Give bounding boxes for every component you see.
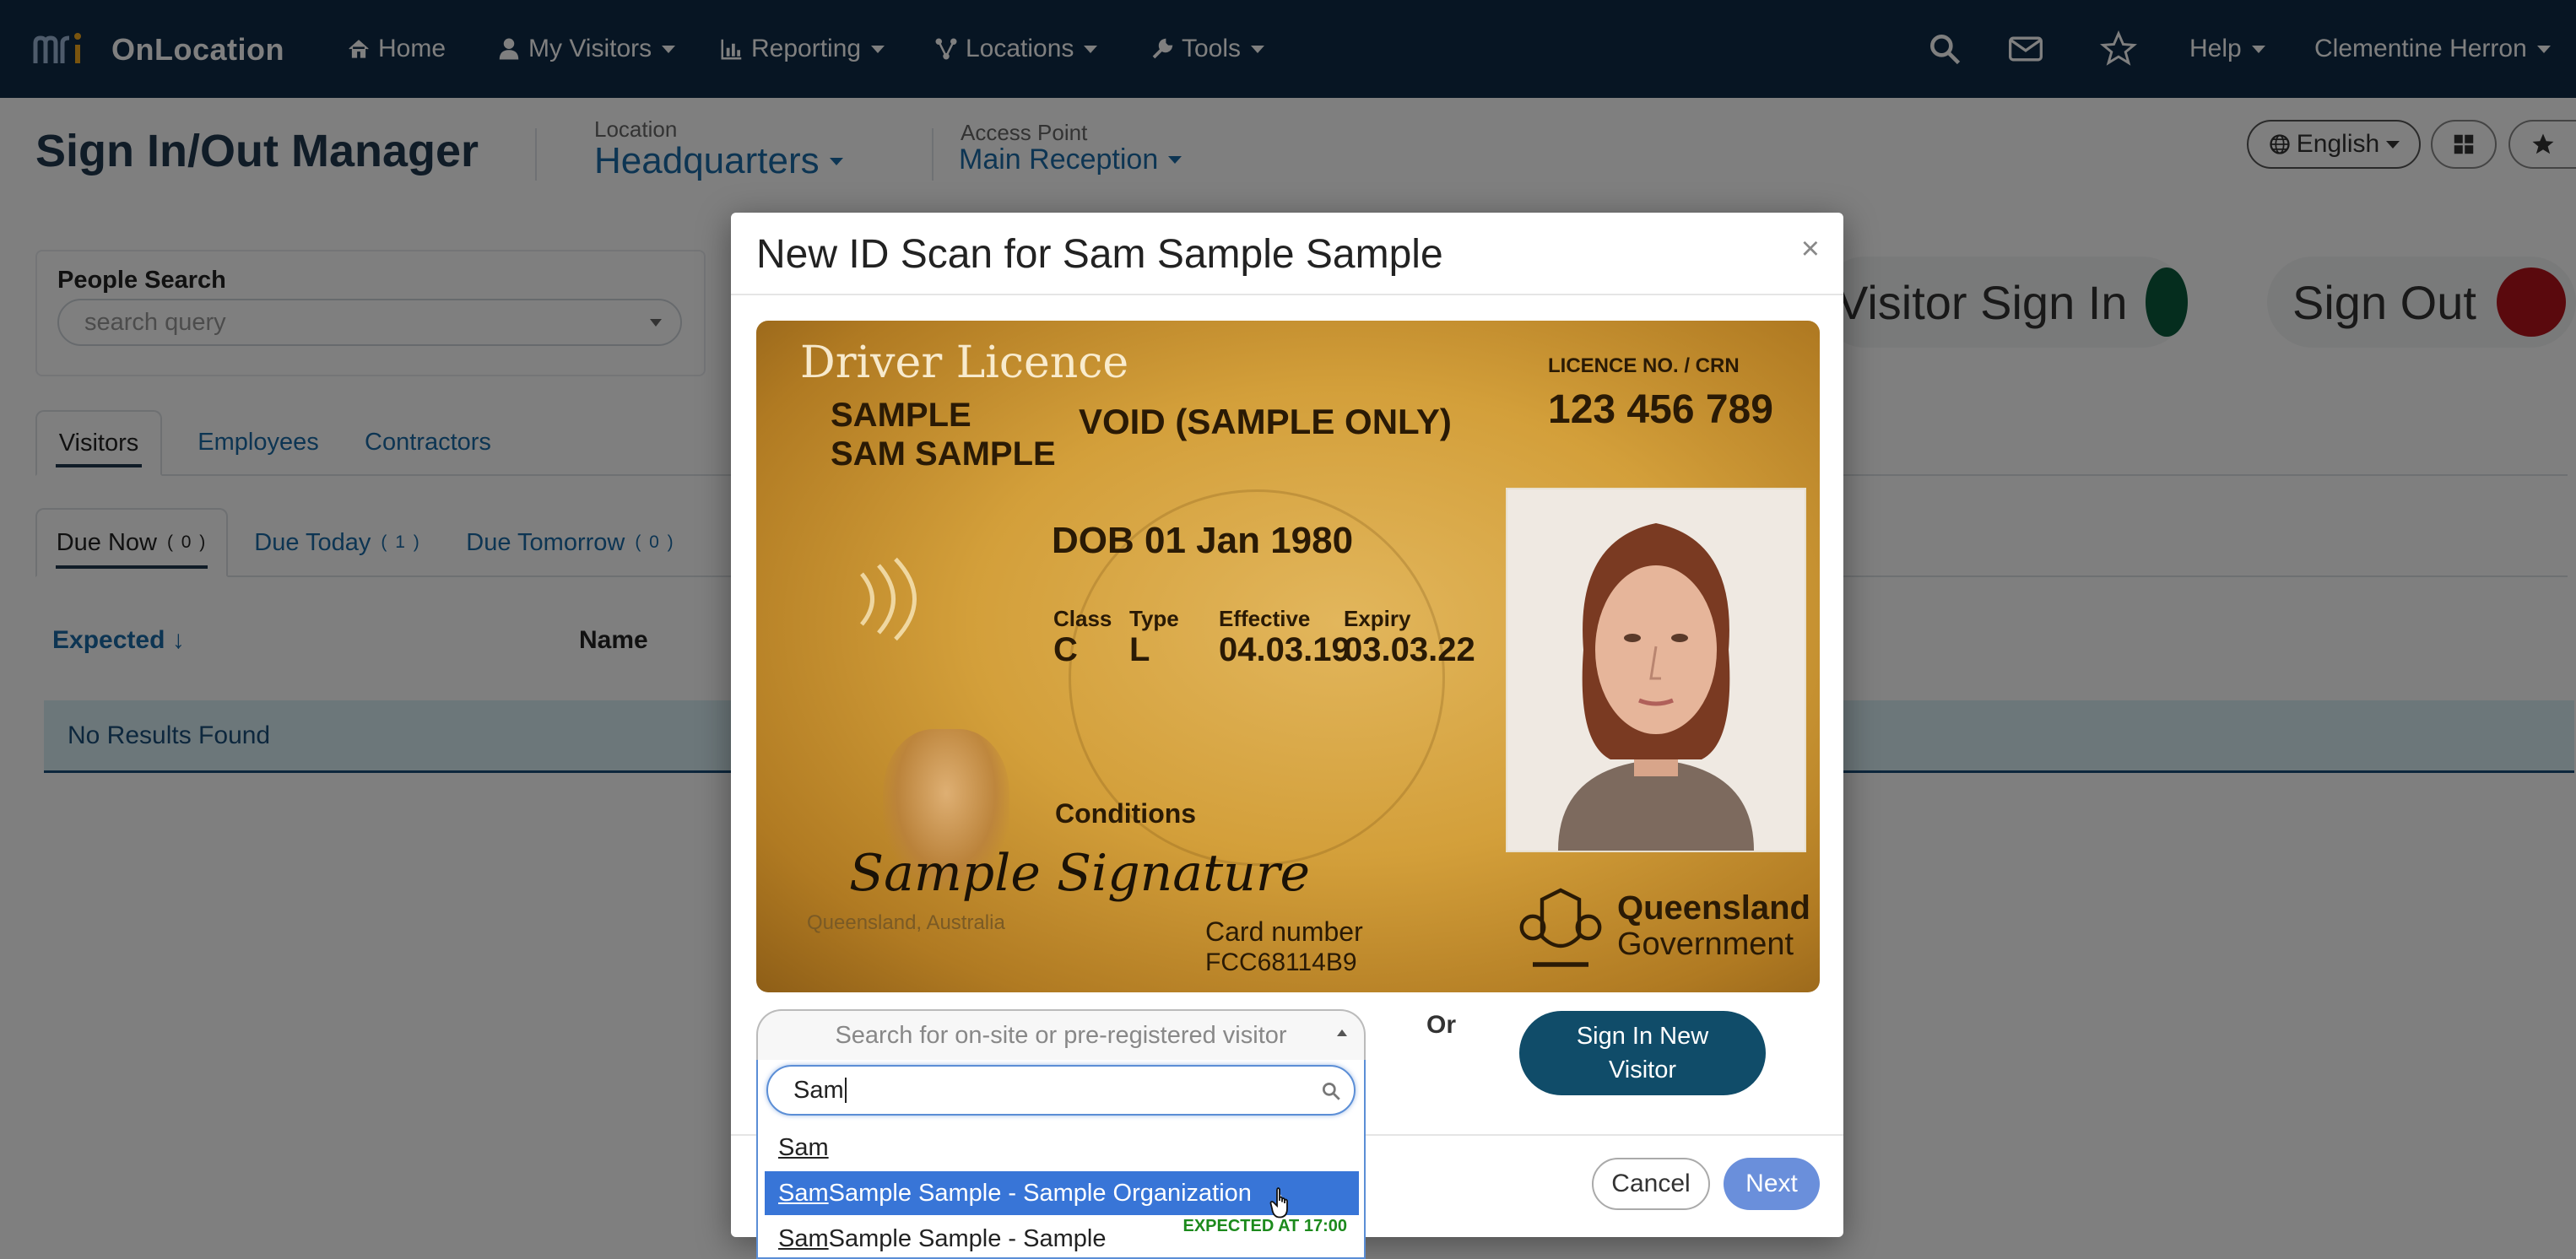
card-number-label: Card number (1205, 916, 1363, 947)
next-button[interactable]: Next (1724, 1158, 1820, 1210)
visitor-search-input[interactable]: Sam (766, 1065, 1356, 1116)
option-match: Sam (778, 1133, 829, 1161)
card-title: Driver Licence (800, 338, 1129, 388)
card-class-value: C (1053, 631, 1078, 668)
card-effective-value: 04.03.19 (1219, 631, 1350, 668)
cancel-button[interactable]: Cancel (1592, 1158, 1710, 1210)
sign-in-new-visitor-button[interactable]: Sign In New Visitor (1519, 1011, 1766, 1095)
card-licence-label: LICENCE NO. / CRN (1548, 354, 1740, 377)
card-void-notice: VOID (SAMPLE ONLY) (1079, 402, 1452, 441)
option-match: Sam (778, 1179, 829, 1207)
sign-in-new-visitor-label: Sign In New Visitor (1576, 1023, 1709, 1083)
card-photo (1506, 488, 1806, 852)
card-dob: DOB 01 Jan 1980 (1052, 520, 1354, 561)
visitor-search-select[interactable]: Search for on-site or pre-registered vis… (756, 1009, 1366, 1060)
dropdown-option[interactable]: Sam (765, 1126, 1359, 1170)
card-expiry-label: Expiry (1344, 606, 1411, 631)
or-label: Or (1426, 1011, 1457, 1039)
portrait-icon (1507, 489, 1805, 851)
card-issuer-name: Queensland (1617, 889, 1810, 927)
chevron-up-icon (1337, 1029, 1347, 1036)
card-effective-label: Effective (1219, 606, 1311, 631)
contactless-icon (860, 557, 917, 641)
option-rest: Sample Sample - Sample (828, 1224, 1107, 1252)
search-icon (1322, 1082, 1340, 1100)
card-conditions-label: Conditions (1055, 798, 1197, 829)
expected-time-badge: EXPECTED AT 17:00 (1182, 1217, 1347, 1235)
card-given-names: SAM SAMPLE (831, 435, 1056, 473)
queensland-crest-icon (1519, 888, 1602, 967)
card-type-value: L (1129, 631, 1150, 668)
option-match: Sam (778, 1224, 829, 1252)
visitor-search-placeholder: Search for on-site or pre-registered vis… (835, 1021, 1287, 1049)
id-card-image: Driver Licence SAMPLE SAM SAMPLE VOID (S… (756, 321, 1820, 992)
modal-title: New ID Scan for Sam Sample Sample (756, 232, 1443, 277)
card-number-value: FCC68114B9 (1205, 948, 1357, 976)
close-icon[interactable]: × (1801, 231, 1820, 267)
visitor-search-dropdown: Sam Sam Sam Sample Sample - Sample Organ… (756, 1060, 1366, 1259)
modal-header-divider (731, 294, 1843, 295)
card-surname: SAMPLE (831, 397, 971, 434)
card-type-label: Type (1129, 606, 1179, 631)
card-signature: Sample Signature (849, 844, 1311, 903)
card-issuer-type: Government (1617, 927, 1794, 962)
card-issuer-small: Queensland, Australia (807, 911, 1005, 934)
text-cursor (844, 1078, 847, 1103)
navbar-backdrop (0, 0, 2576, 98)
dropdown-option[interactable]: Sam Sample Sample - Sample EXPECTED AT 1… (765, 1217, 1359, 1257)
card-expiry-value: 03.03.22 (1344, 631, 1475, 668)
visitor-search-query: Sam (793, 1076, 844, 1104)
card-licence-number: 123 456 789 (1548, 387, 1773, 432)
card-class-label: Class (1053, 606, 1112, 631)
option-rest: Sample Sample - Sample Organization (828, 1179, 1252, 1207)
hand-cursor-icon (1269, 1187, 1288, 1218)
